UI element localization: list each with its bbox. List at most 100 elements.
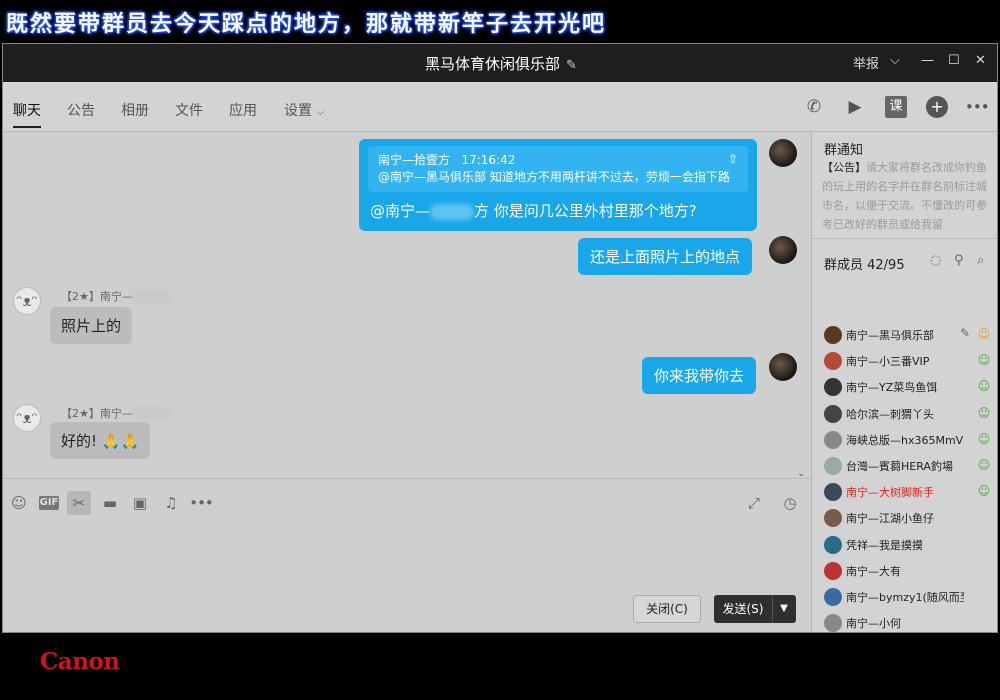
video-icon[interactable]: ▶ <box>844 96 866 118</box>
close-icon[interactable]: ✕ <box>975 53 986 68</box>
notice-tag: 【公告】 <box>822 161 866 174</box>
minimize-icon[interactable]: — <box>921 53 934 68</box>
member-role-icon: ☺ <box>977 379 991 394</box>
member-item[interactable]: 台灣—賓蒭HERA釣場 ☺ <box>822 455 997 479</box>
tab-chat[interactable]: 聊天 <box>13 100 41 128</box>
avatar[interactable] <box>824 430 842 449</box>
image-icon[interactable]: ▣ <box>128 491 152 515</box>
avatar[interactable] <box>769 139 797 167</box>
scissors-icon[interactable]: ✂ <box>67 491 91 515</box>
add-icon[interactable]: + <box>926 96 948 118</box>
footer-bar: Canon <box>0 634 1000 700</box>
expand-icon[interactable]: ⤢ <box>742 491 766 515</box>
chevron-down-icon[interactable]: ⌵ <box>890 53 900 68</box>
message-bubble-quote-reply[interactable]: 南宁—拾壹方 17:16:42 @南宁—黑马俱乐部 知道地方不用两杆讲不过去，劳… <box>359 139 757 231</box>
emoji-icon[interactable]: ☺ <box>7 491 31 515</box>
search-icon[interactable]: ⌕ <box>977 253 984 268</box>
member-item[interactable]: 哈尔滨—刺猬丫头 ☺ <box>822 403 997 427</box>
avatar[interactable] <box>824 509 842 528</box>
message-text: 你来我带你去 <box>654 367 745 385</box>
sender-name: 【2★】南宁— <box>61 288 171 304</box>
quoted-message[interactable]: 南宁—拾壹方 17:16:42 @南宁—黑马俱乐部 知道地方不用两杆讲不过去，劳… <box>368 146 748 192</box>
message-text: 照片上的 <box>61 317 122 335</box>
caption-banner: 既然要带群员去今天踩点的地方，那就带新竿子去开光吧 <box>0 0 1000 42</box>
member-role-icon: ☺ <box>977 458 991 472</box>
member-item[interactable]: 海峡总版—hx365MmVip ☺ <box>822 429 997 453</box>
lesson-icon[interactable]: 课 <box>885 96 907 118</box>
quote-text: @南宁—黑马俱乐部 知道地方不用两杆讲不过去，劳烦一会指下路 <box>378 170 730 184</box>
avatar[interactable] <box>824 483 842 502</box>
message-bubble[interactable]: 还是上面照片上的地点 <box>578 238 753 275</box>
group-title-text: 黑马体育休闲俱乐部 <box>425 55 561 73</box>
message-bubble[interactable]: 好的! 🙏🙏 <box>50 422 151 459</box>
member-name: 南宁—小三番VIP <box>846 355 930 369</box>
avatar[interactable] <box>824 561 842 580</box>
notice-body[interactable]: 【公告】请大家将群名改成你钓鱼的玩上用的名字并在群名前标注城市名，以便于交流。不… <box>822 158 994 230</box>
avatar[interactable] <box>824 457 842 475</box>
maximize-icon[interactable]: ☐ <box>948 53 960 68</box>
tab-apps[interactable]: 应用 <box>229 100 257 120</box>
message-text: 好的! <box>61 432 98 450</box>
redacted-name <box>132 407 171 421</box>
member-name: 南宁—大有 <box>846 564 901 578</box>
avatar[interactable] <box>824 614 842 632</box>
bell-icon[interactable]: ♫ <box>159 491 183 515</box>
member-item[interactable]: 南宁—小何 <box>822 612 997 632</box>
message-area[interactable]: 南宁—拾壹方 17:16:42 @南宁—黑马俱乐部 知道地方不用两杆讲不过去，劳… <box>3 133 811 479</box>
tab-files[interactable]: 文件 <box>175 100 203 120</box>
close-button[interactable]: 关闭(C) <box>633 595 701 623</box>
chat-window: 黑马体育休闲俱乐部 ✎ 举报 ⌵ — ☐ ✕ 聊天 公告 相册 文件 应用 设置 … <box>2 43 998 633</box>
member-name: 南宁—黑马俱乐部 <box>846 329 934 342</box>
message-bubble[interactable]: 照片上的 <box>50 307 133 344</box>
gif-icon[interactable]: GIF <box>39 496 59 510</box>
member-item[interactable]: 南宁—江湖小鱼仔 <box>822 507 997 531</box>
tab-bar: 聊天 公告 相册 文件 应用 设置 ⌵ ✆ ▶ 课 + ••• <box>3 82 997 132</box>
member-item[interactable]: 南宁—大有 <box>822 560 997 584</box>
jump-to-message-icon[interactable]: ⇧ <box>728 151 738 168</box>
chat-bubble-icon[interactable]: ◌ <box>930 253 941 268</box>
edit-title-icon[interactable]: ✎ <box>566 58 577 73</box>
input-area[interactable]: ☺ GIF ✂ ▬ ▣ ♫ ••• ⤢ ◷ 关闭(C) 发送(S) ▼ <box>3 478 811 632</box>
avatar[interactable]: ᵔᴥᵔ <box>13 287 41 315</box>
avatar[interactable] <box>824 378 842 397</box>
more-icon[interactable]: ••• <box>965 96 990 118</box>
member-item[interactable]: 南宁—小三番VIP ☺ <box>822 350 997 374</box>
more-icon[interactable]: ••• <box>189 491 214 515</box>
avatar[interactable] <box>824 326 842 344</box>
avatar[interactable] <box>824 535 842 554</box>
avatar[interactable] <box>769 353 797 381</box>
message-bubble[interactable]: 你来我带你去 <box>642 357 757 394</box>
tab-settings[interactable]: 设置 ⌵ <box>284 100 324 120</box>
member-name: 南宁—YZ菜鸟鱼饵 <box>846 381 938 395</box>
message-text: 还是上面照片上的地点 <box>590 248 741 266</box>
edit-icon[interactable]: ✎ <box>960 326 970 340</box>
notice-title: 群通知 <box>824 143 864 158</box>
tab-album[interactable]: 相册 <box>121 100 149 120</box>
canon-logo: Canon <box>40 648 120 675</box>
member-item[interactable]: 凭祥—我是摸摸 <box>822 534 997 558</box>
history-clock-icon[interactable]: ◷ <box>778 491 802 515</box>
report-link[interactable]: 举报 <box>853 53 879 72</box>
member-item[interactable]: 南宁—大树脚新手 ☺ <box>822 481 997 505</box>
send-options-chevron-icon[interactable]: ▼ <box>772 595 796 623</box>
avatar[interactable] <box>824 404 842 423</box>
member-item[interactable]: 南宁—YZ菜鸟鱼饵 ☺ <box>822 376 997 400</box>
member-item[interactable]: 南宁—黑马俱乐部 ✎ ☺ <box>822 324 997 348</box>
quote-sender: 南宁—拾壹方 <box>378 153 451 167</box>
avatar[interactable]: ᵔᴥᵔ <box>13 404 41 432</box>
avatar[interactable] <box>769 236 797 264</box>
message-text: @南宁— 方 你是问几公里外村里那个地方? <box>368 200 748 221</box>
redacted-name <box>132 290 171 304</box>
send-button[interactable]: 发送(S) <box>714 595 772 623</box>
member-name: 南宁—小何 <box>846 617 901 631</box>
add-member-icon[interactable]: ⚲ <box>954 253 964 268</box>
avatar[interactable] <box>824 588 842 606</box>
folder-icon[interactable]: ▬ <box>98 491 122 515</box>
tab-announcement[interactable]: 公告 <box>67 100 95 120</box>
tab-settings-label: 设置 <box>284 103 312 119</box>
member-item[interactable]: 南宁—bymzy1(随风而至) <box>822 586 997 610</box>
chevron-down-icon: ⌵ <box>316 107 325 118</box>
phone-icon[interactable]: ✆ <box>803 96 825 118</box>
avatar[interactable] <box>824 352 842 371</box>
member-name: 南宁—bymzy1(随风而至) <box>846 591 964 604</box>
